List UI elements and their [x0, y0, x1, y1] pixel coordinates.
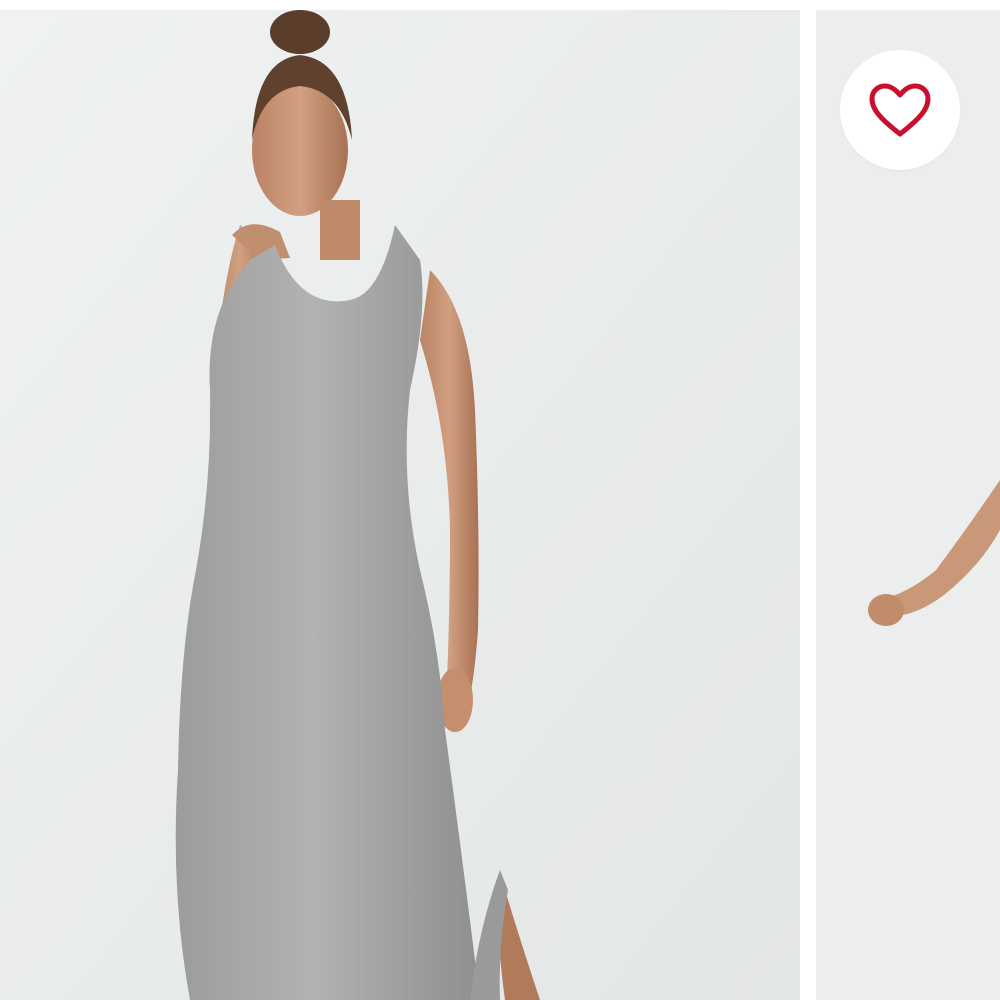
- product-image-carousel[interactable]: [0, 0, 1000, 1000]
- favorite-button[interactable]: [840, 50, 960, 170]
- product-image-main[interactable]: [0, 10, 800, 1000]
- model-photo-illustration: [0, 10, 800, 1000]
- heart-outline-icon: [869, 83, 931, 137]
- hair-bun: [270, 10, 330, 54]
